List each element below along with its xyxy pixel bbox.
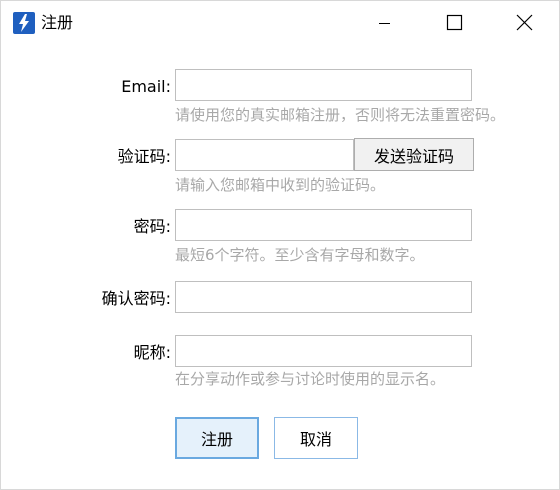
email-hint: 请使用您的真实邮箱注册，否则将无法重置密码。 [175,106,506,124]
window-title: 注册 [41,13,74,32]
minimize-icon [379,23,390,24]
nickname-input[interactable] [175,335,472,367]
confirm-password-label: 确认密码: [101,289,171,308]
register-window: 注册 Email: 请使用您的真实邮箱注册，否则将无法重置密码。 验证码: 发送… [0,0,560,490]
send-code-button[interactable]: 发送验证码 [354,138,474,171]
password-hint: 最短6个字符。至少含有字母和数字。 [175,246,425,264]
password-label: 密码: [133,217,171,236]
code-label: 验证码: [117,147,171,166]
lightning-icon [13,12,35,34]
cancel-button[interactable]: 取消 [274,417,358,459]
minimize-button[interactable] [349,1,419,45]
nickname-label: 昵称: [133,343,171,362]
maximize-icon [446,14,463,31]
maximize-button[interactable] [419,1,489,45]
close-icon [516,14,533,31]
title-bar[interactable]: 注册 [1,1,559,45]
confirm-password-input[interactable] [175,281,472,313]
register-button[interactable]: 注册 [175,417,259,459]
code-hint: 请输入您邮箱中收到的验证码。 [175,176,386,194]
close-button[interactable] [489,1,559,45]
code-input[interactable] [175,139,354,171]
email-input[interactable] [175,69,472,101]
password-input[interactable] [175,209,472,241]
nickname-hint: 在分享动作或参与讨论时使用的显示名。 [175,370,446,388]
email-label: Email: [121,77,171,96]
